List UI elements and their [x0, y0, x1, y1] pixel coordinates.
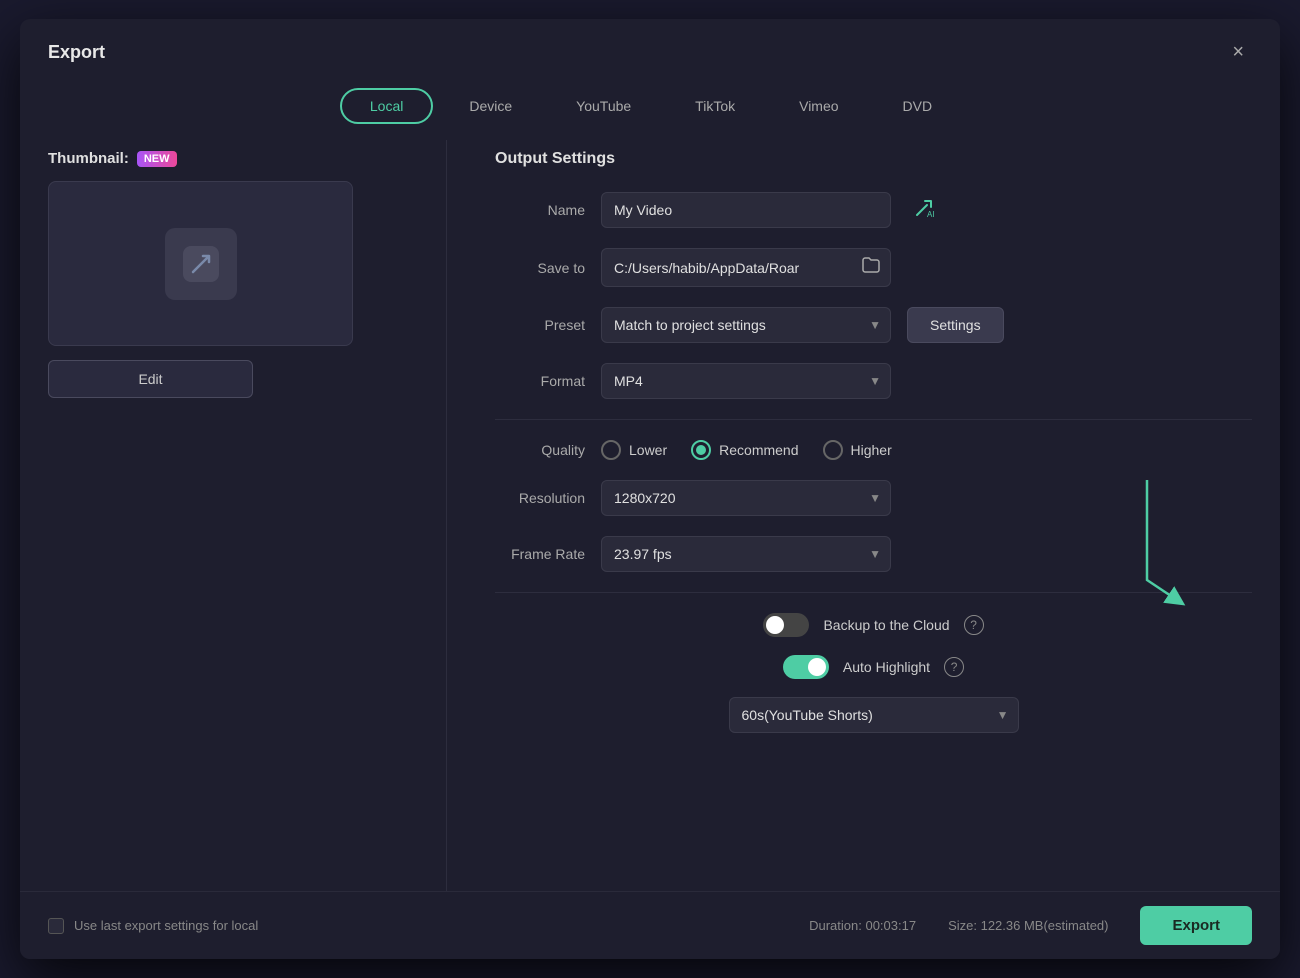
ai-icon[interactable]: AI: [913, 197, 935, 224]
highlight-duration-select[interactable]: 60s(YouTube Shorts): [729, 697, 1019, 733]
divider-toggles: [495, 592, 1252, 593]
name-row: Name AI: [495, 192, 1252, 228]
tab-vimeo[interactable]: Vimeo: [771, 88, 866, 124]
resolution-label: Resolution: [495, 490, 585, 506]
close-button[interactable]: ×: [1224, 37, 1252, 68]
format-row: Format MP4 ▼: [495, 363, 1252, 399]
format-select-wrap: MP4 ▼: [601, 363, 891, 399]
format-label: Format: [495, 373, 585, 389]
edit-button[interactable]: Edit: [48, 360, 253, 398]
size-stat: Size: 122.36 MB(estimated): [948, 918, 1108, 933]
highlight-duration-select-wrap: 60s(YouTube Shorts) ▼: [729, 697, 1019, 733]
vertical-divider: [446, 140, 447, 891]
quality-recommend-label: Recommend: [719, 442, 798, 458]
backup-toggle[interactable]: [763, 613, 809, 637]
frame-rate-row: Frame Rate 23.97 fps ▼: [495, 536, 1252, 572]
auto-highlight-toggle[interactable]: [783, 655, 829, 679]
output-settings-title: Output Settings: [495, 150, 1252, 168]
left-panel: Thumbnail: NEW Edit: [48, 140, 418, 891]
content-area: Thumbnail: NEW Edit Output Settings Name: [20, 140, 1280, 891]
preset-select[interactable]: Match to project settings: [601, 307, 891, 343]
use-last-export-checkbox[interactable]: [48, 918, 64, 934]
quality-options: Lower Recommend Higher: [601, 440, 892, 460]
tab-device[interactable]: Device: [441, 88, 540, 124]
new-badge: NEW: [137, 151, 177, 167]
footer: Use last export settings for local Durat…: [20, 891, 1280, 959]
quality-recommend[interactable]: Recommend: [691, 440, 798, 460]
preset-label: Preset: [495, 317, 585, 333]
format-select[interactable]: MP4: [601, 363, 891, 399]
tabs-bar: Local Device YouTube TikTok Vimeo DVD: [20, 78, 1280, 140]
resolution-row: Resolution 1280x720 ▼: [495, 480, 1252, 516]
export-dialog: Export × Local Device YouTube TikTok Vim…: [20, 19, 1280, 959]
quality-higher-label: Higher: [851, 442, 892, 458]
tab-local[interactable]: Local: [340, 88, 433, 124]
settings-button[interactable]: Settings: [907, 307, 1004, 343]
name-label: Name: [495, 202, 585, 218]
auto-highlight-toggle-knob: [808, 658, 826, 676]
save-to-input-wrap: [601, 248, 891, 287]
radio-recommend-inner: [696, 445, 706, 455]
resolution-select-wrap: 1280x720 ▼: [601, 480, 891, 516]
quality-label: Quality: [495, 442, 585, 458]
thumbnail-label-text: Thumbnail:: [48, 150, 129, 167]
radio-higher-outer: [823, 440, 843, 460]
duration-stat: Duration: 00:03:17: [809, 918, 916, 933]
right-panel: Output Settings Name AI Save to: [475, 140, 1252, 891]
divider-quality: [495, 419, 1252, 420]
frame-rate-select-wrap: 23.97 fps ▼: [601, 536, 891, 572]
quality-lower[interactable]: Lower: [601, 440, 667, 460]
quality-row: Quality Lower Recommend Higher: [495, 440, 1252, 460]
svg-text:AI: AI: [927, 210, 935, 219]
preset-row: Preset Match to project settings ▼ Setti…: [495, 307, 1252, 343]
save-to-row: Save to: [495, 248, 1252, 287]
dialog-title: Export: [48, 42, 105, 63]
frame-rate-label: Frame Rate: [495, 546, 585, 562]
auto-highlight-toggle-row: Auto Highlight ?: [495, 655, 1252, 679]
tab-tiktok[interactable]: TikTok: [667, 88, 763, 124]
use-last-export-wrap: Use last export settings for local: [48, 918, 258, 934]
thumbnail-header: Thumbnail: NEW: [48, 150, 418, 167]
export-button[interactable]: Export: [1140, 906, 1252, 945]
folder-button[interactable]: [852, 249, 890, 286]
radio-recommend-outer: [691, 440, 711, 460]
tab-dvd[interactable]: DVD: [875, 88, 961, 124]
use-last-export-label: Use last export settings for local: [74, 918, 258, 933]
resolution-select[interactable]: 1280x720: [601, 480, 891, 516]
backup-toggle-knob: [766, 616, 784, 634]
name-input[interactable]: [601, 192, 891, 228]
backup-help-icon[interactable]: ?: [964, 615, 984, 635]
highlight-select-wrap: 60s(YouTube Shorts) ▼: [495, 697, 1252, 733]
quality-lower-label: Lower: [629, 442, 667, 458]
quality-higher[interactable]: Higher: [823, 440, 892, 460]
thumbnail-preview: [48, 181, 353, 346]
auto-highlight-help-icon[interactable]: ?: [944, 657, 964, 677]
thumbnail-icon: [165, 228, 237, 300]
save-to-label: Save to: [495, 260, 585, 276]
preset-select-wrap: Match to project settings ▼: [601, 307, 891, 343]
tab-youtube[interactable]: YouTube: [548, 88, 659, 124]
backup-toggle-row: Backup to the Cloud ?: [495, 613, 1252, 637]
auto-highlight-label: Auto Highlight: [843, 659, 930, 675]
frame-rate-select[interactable]: 23.97 fps: [601, 536, 891, 572]
backup-label: Backup to the Cloud: [823, 617, 949, 633]
radio-lower-outer: [601, 440, 621, 460]
footer-info: Duration: 00:03:17 Size: 122.36 MB(estim…: [809, 906, 1252, 945]
save-to-input[interactable]: [602, 251, 852, 285]
title-bar: Export ×: [20, 19, 1280, 78]
